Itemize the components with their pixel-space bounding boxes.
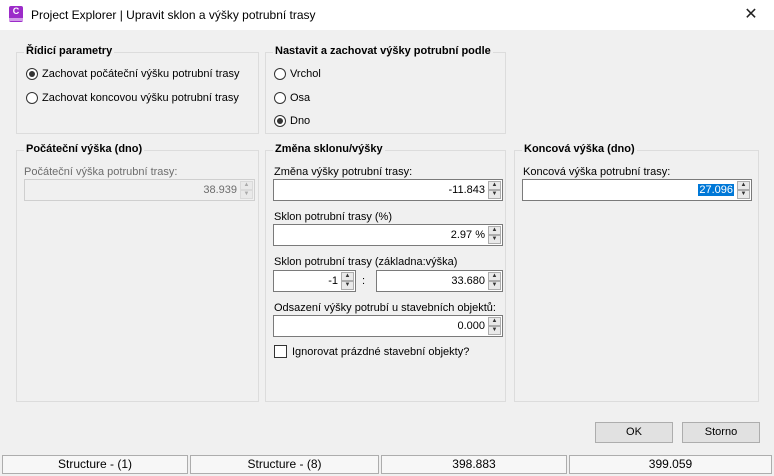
status-bar: Structure - (1) Structure - (8) 398.883 … (0, 454, 774, 476)
radio-label: Dno (290, 115, 311, 127)
spin-up-icon[interactable]: ▲ (737, 181, 750, 190)
radio-label: Zachovat počáteční výšku potrubní trasy (42, 68, 240, 80)
title-bar: C Project Explorer | Upravit sklon a výš… (0, 0, 774, 30)
radio-indicator (26, 92, 38, 104)
end-height-title: Koncová výška (dno) (522, 143, 637, 155)
height-change-label: Změna výšky potrubní trasy: (274, 166, 413, 178)
end-height-label: Koncová výška potrubní trasy: (523, 166, 671, 178)
app-icon: C (9, 6, 23, 22)
height-change-spinner[interactable]: ▲ ▼ (488, 181, 501, 199)
offset-label: Odsazení výšky potrubí u stavebních obje… (274, 302, 496, 314)
start-height-field: 38.939 ▲ ▼ (24, 179, 255, 201)
window-title: Project Explorer | Upravit sklon a výšky… (31, 8, 316, 22)
offset-spinner[interactable]: ▲ ▼ (488, 317, 501, 335)
radio-indicator (274, 92, 286, 104)
radio-label: Zachovat koncovou výšku potrubní trasy (42, 92, 239, 104)
spin-up-icon[interactable]: ▲ (488, 226, 501, 235)
slope-pct-label: Sklon potrubní trasy (%) (274, 211, 392, 223)
radio-indicator (274, 115, 286, 127)
slope-ratio-base-spinner[interactable]: ▲ ▼ (341, 272, 354, 290)
slope-change-title: Změna sklonu/výšky (273, 143, 385, 155)
spin-down-icon[interactable]: ▼ (341, 281, 354, 290)
start-height-title: Počáteční výška (dno) (24, 143, 145, 155)
spin-down-icon[interactable]: ▼ (737, 190, 750, 199)
spin-down-icon[interactable]: ▼ (488, 190, 501, 199)
spin-up-icon[interactable]: ▲ (488, 272, 501, 281)
radio-keep-start-height[interactable]: Zachovat počáteční výšku potrubní trasy (26, 68, 240, 80)
slope-ratio-height-field[interactable]: 33.680 ▲ ▼ (376, 270, 503, 292)
start-height-label: Počáteční výška potrubní trasy: (24, 166, 178, 178)
app-icon-letter: C (12, 6, 20, 16)
status-cell: Structure - (1) (2, 455, 188, 474)
height-change-value: -11.843 (448, 184, 486, 196)
radio-vrchol[interactable]: Vrchol (274, 68, 321, 80)
radio-indicator (274, 68, 286, 80)
checkbox-box (274, 345, 287, 358)
checkbox-label: Ignorovat prázdné stavební objekty? (292, 345, 470, 358)
slope-ratio-height-value: 33.680 (451, 275, 485, 287)
radio-keep-end-height[interactable]: Zachovat koncovou výšku potrubní trasy (26, 92, 239, 104)
start-height-spinner: ▲ ▼ (240, 181, 253, 199)
offset-field[interactable]: 0.000 ▲ ▼ (273, 315, 503, 337)
slope-ratio-separator: : (362, 275, 366, 287)
cancel-button[interactable]: Storno (682, 422, 760, 443)
control-params-title: Řídicí parametry (24, 45, 115, 57)
ignore-empty-structures-checkbox[interactable]: Ignorovat prázdné stavební objekty? (274, 345, 469, 358)
slope-ratio-label: Sklon potrubní trasy (základna:výška) (274, 256, 458, 268)
start-height-value: 38.939 (203, 184, 237, 196)
radio-osa[interactable]: Osa (274, 92, 310, 104)
slope-pct-spinner[interactable]: ▲ ▼ (488, 226, 501, 244)
radio-dno[interactable]: Dno (274, 115, 310, 127)
radio-label: Osa (290, 92, 311, 104)
radio-label: Vrchol (290, 68, 321, 80)
status-cell: 399.059 (569, 455, 772, 474)
slope-pct-field[interactable]: 2.97 % ▲ ▼ (273, 224, 503, 246)
end-height-spinner[interactable]: ▲ ▼ (737, 181, 750, 199)
spin-up-icon[interactable]: ▲ (488, 181, 501, 190)
radio-indicator (26, 68, 38, 80)
spin-up-icon[interactable]: ▲ (488, 317, 501, 326)
offset-value: 0.000 (457, 320, 485, 332)
spin-up-icon: ▲ (240, 181, 253, 190)
maintain-heights-title: Nastavit a zachovat výšky potrubní podle (273, 45, 493, 57)
slope-ratio-base-field[interactable]: -1 ▲ ▼ (273, 270, 356, 292)
end-height-value: 27.096 (698, 184, 734, 196)
spin-down-icon[interactable]: ▼ (488, 235, 501, 244)
slope-ratio-height-spinner[interactable]: ▲ ▼ (488, 272, 501, 290)
spin-down-icon[interactable]: ▼ (488, 281, 501, 290)
spin-down-icon: ▼ (240, 190, 253, 199)
spin-up-icon[interactable]: ▲ (341, 272, 354, 281)
slope-pct-value: 2.97 % (450, 229, 485, 241)
ok-button[interactable]: OK (595, 422, 673, 443)
spin-down-icon[interactable]: ▼ (488, 326, 501, 335)
height-change-field[interactable]: -11.843 ▲ ▼ (273, 179, 503, 201)
end-height-field[interactable]: 27.096 ▲ ▼ (522, 179, 752, 201)
slope-ratio-base-value: -1 (328, 275, 338, 287)
close-button[interactable]: ✕ (728, 0, 774, 30)
status-cell: 398.883 (381, 455, 567, 474)
status-cell: Structure - (8) (190, 455, 379, 474)
